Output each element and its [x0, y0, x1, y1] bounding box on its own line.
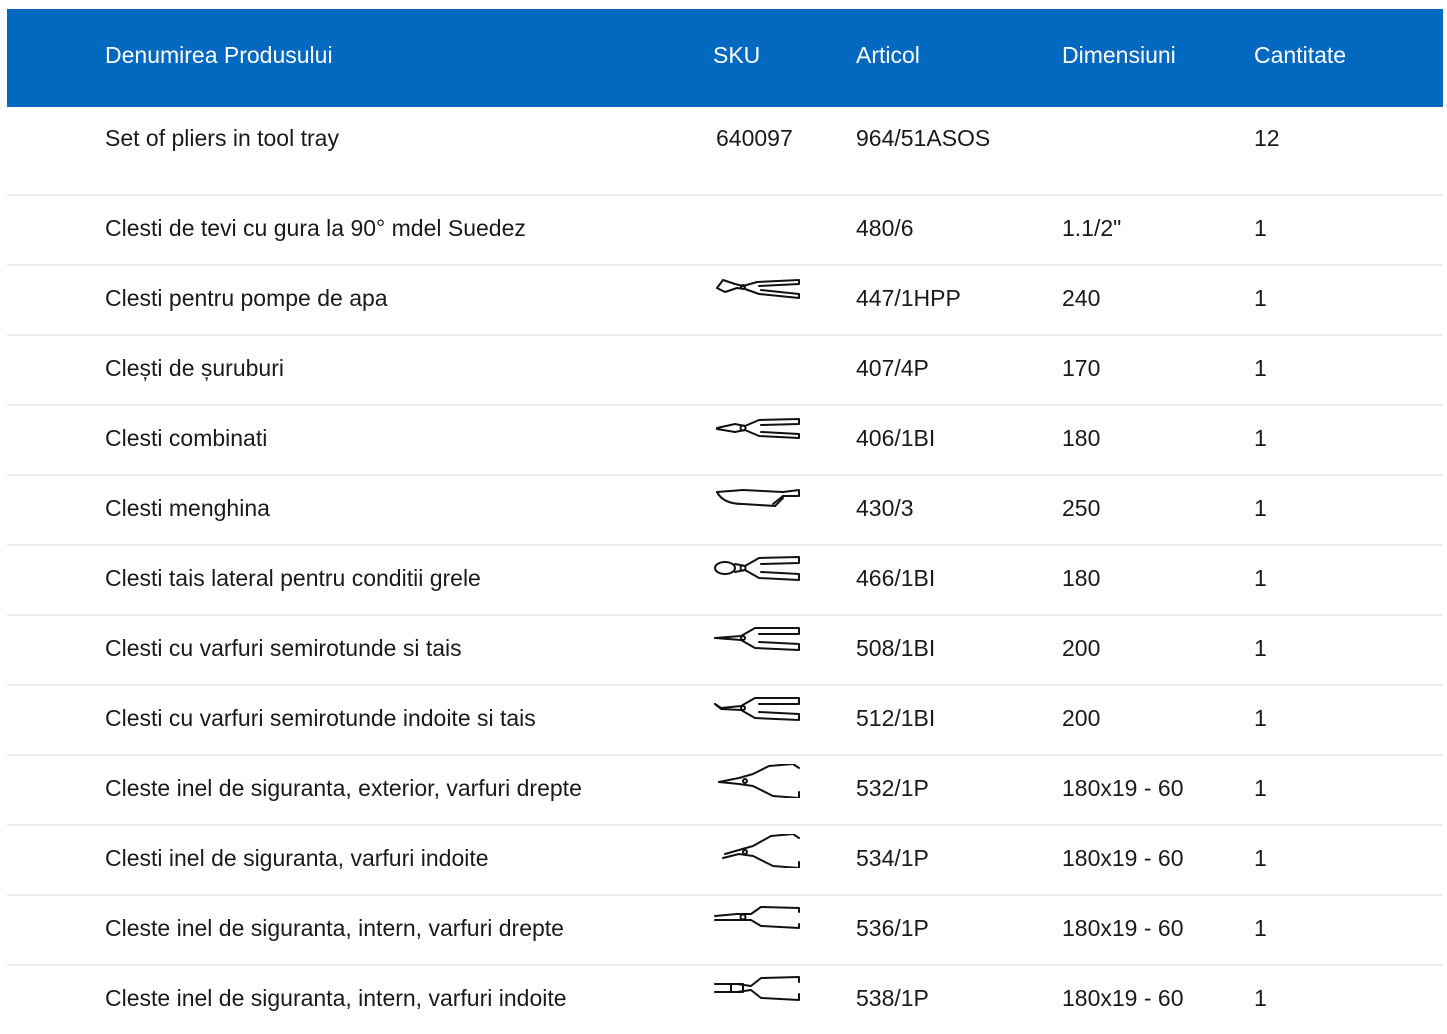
articol-cell: 407/4P — [856, 355, 929, 381]
dimensiuni-cell: 250 — [1062, 495, 1101, 521]
articol-cell: 512/1BI — [856, 705, 936, 731]
dimensiuni-cell: 180 — [1062, 425, 1101, 451]
table-row: Cleste inel de siguranta, intern, varfur… — [7, 966, 1443, 1034]
cantitate-cell: 12 — [1254, 125, 1280, 151]
dimensiuni-cell: 180 — [1062, 565, 1101, 591]
product-name-cell: Clesti de tevi cu gura la 90° mdel Suede… — [105, 215, 526, 241]
table-row: Clesti pentru pompe de apa 447/1HPP 240 1 — [7, 266, 1443, 336]
product-name-cell: Clesti tais lateral pentru conditii grel… — [105, 565, 481, 591]
internal-circlip-pliers-icon — [713, 904, 801, 938]
product-name-cell: Clești de șuruburi — [105, 355, 284, 381]
internal-circlip-pliers-bent-icon — [713, 974, 801, 1008]
circlip-pliers-bent-icon — [713, 834, 801, 868]
cantitate-cell: 1 — [1254, 845, 1267, 871]
articol-cell: 538/1P — [856, 985, 929, 1011]
table-row: Clesti tais lateral pentru conditii grel… — [7, 546, 1443, 616]
articol-cell: 480/6 — [856, 215, 914, 241]
table-row: Clesti cu varfuri semirotunde si tais 508… — [7, 616, 1443, 686]
combination-pliers-icon — [713, 414, 801, 448]
product-table: Denumirea Produsului SKU Articol Dimensi… — [7, 9, 1443, 1034]
column-header-cantitate: Cantitate — [1254, 42, 1347, 68]
cantitate-cell: 1 — [1254, 355, 1267, 381]
table-row: Clesti menghina 430/3 250 1 — [7, 476, 1443, 546]
bent-nose-pliers-icon — [713, 694, 801, 728]
dimensiuni-cell: 240 — [1062, 285, 1101, 311]
table-row: Clesti combinati 406/1BI 180 1 — [7, 406, 1443, 476]
product-name-cell: Clesti cu varfuri semirotunde indoite si… — [105, 705, 536, 731]
cantitate-cell: 1 — [1254, 775, 1267, 801]
water-pump-pliers-icon — [713, 274, 801, 308]
dimensiuni-cell: 180x19 - 60 — [1062, 985, 1184, 1011]
articol-cell: 430/3 — [856, 495, 914, 521]
dimensiuni-cell: 200 — [1062, 705, 1101, 731]
column-header-sku: SKU — [713, 42, 761, 68]
table-row: Cleste inel de siguranta, exterior, varf… — [7, 756, 1443, 826]
column-header-name: Denumirea Produsului — [105, 42, 333, 68]
articol-cell: 534/1P — [856, 845, 929, 871]
cantitate-cell: 1 — [1254, 985, 1267, 1011]
table-header: Denumirea Produsului SKU Articol Dimensi… — [7, 9, 1443, 107]
dimensiuni-cell: 200 — [1062, 635, 1101, 661]
articol-cell: 964/51ASOS — [856, 125, 991, 151]
long-nose-pliers-icon — [713, 624, 801, 658]
table-row: Cleste inel de siguranta, intern, varfur… — [7, 896, 1443, 966]
articol-cell: 447/1HPP — [856, 285, 961, 311]
product-name-cell: Cleste inel de siguranta, intern, varfur… — [105, 915, 564, 941]
product-name-cell: Cleste inel de siguranta, intern, varfur… — [105, 985, 567, 1011]
articol-cell: 508/1BI — [856, 635, 936, 661]
product-name-cell: Clesti combinati — [105, 425, 268, 451]
dimensiuni-cell: 170 — [1062, 355, 1101, 381]
table-row: Clești de șuruburi 407/4P 170 1 — [7, 336, 1443, 406]
table-row: Clesti inel de siguranta, varfuri indoit… — [7, 826, 1443, 896]
cantitate-cell: 1 — [1254, 565, 1267, 591]
cantitate-cell: 1 — [1254, 635, 1267, 661]
column-header-articol: Articol — [856, 42, 920, 68]
articol-cell: 466/1BI — [856, 565, 936, 591]
product-name-cell: Clesti menghina — [105, 495, 270, 521]
cantitate-cell: 1 — [1254, 915, 1267, 941]
dimensiuni-cell: 180x19 - 60 — [1062, 915, 1184, 941]
articol-cell: 536/1P — [856, 915, 929, 941]
articol-cell: 532/1P — [856, 775, 929, 801]
product-name-cell: Clesti cu varfuri semirotunde si tais — [105, 635, 462, 661]
locking-pliers-icon — [713, 484, 801, 518]
cantitate-cell: 1 — [1254, 425, 1267, 451]
table-row: Clesti de tevi cu gura la 90° mdel Suede… — [7, 196, 1443, 266]
product-name-cell: Set of pliers in tool tray — [105, 125, 339, 151]
product-name-cell: Cleste inel de siguranta, exterior, varf… — [105, 775, 582, 801]
dimensiuni-cell: 180x19 - 60 — [1062, 845, 1184, 871]
table-body: Set of pliers in tool tray 640097 964/51AS… — [7, 107, 1443, 1034]
sku-cell: 640097 — [716, 125, 793, 151]
cantitate-cell: 1 — [1254, 285, 1267, 311]
dimensiuni-cell: 1.1/2" — [1062, 215, 1122, 241]
column-header-dimensiuni: Dimensiuni — [1062, 42, 1176, 68]
product-name-cell: Clesti inel de siguranta, varfuri indoit… — [105, 845, 489, 871]
articol-cell: 406/1BI — [856, 425, 936, 451]
table-row: Clesti cu varfuri semirotunde indoite si… — [7, 686, 1443, 756]
cantitate-cell: 1 — [1254, 705, 1267, 731]
product-name-cell: Clesti pentru pompe de apa — [105, 285, 388, 311]
circlip-pliers-icon — [713, 764, 801, 798]
cantitate-cell: 1 — [1254, 215, 1267, 241]
table-row: Set of pliers in tool tray 640097 964/51AS… — [7, 107, 1443, 196]
dimensiuni-cell: 180x19 - 60 — [1062, 775, 1184, 801]
side-cutter-icon — [713, 554, 801, 588]
cantitate-cell: 1 — [1254, 495, 1267, 521]
